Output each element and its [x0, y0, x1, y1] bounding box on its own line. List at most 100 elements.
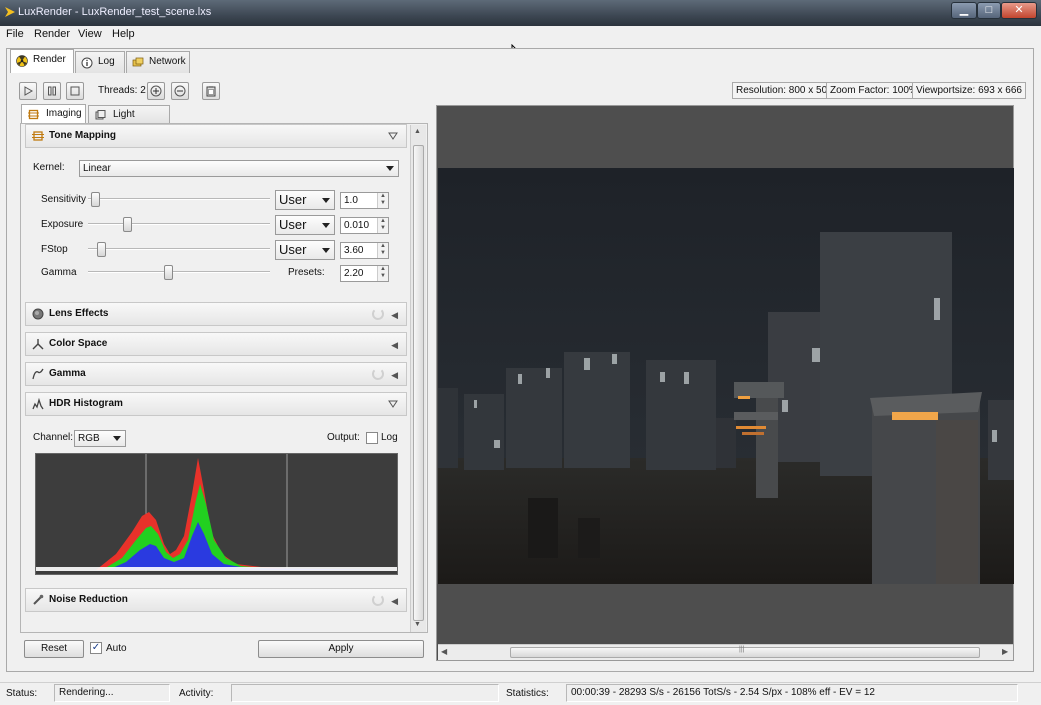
status-label: Status: [6, 688, 38, 699]
spin-arrows-icon[interactable]: ▲ ▼ [377, 193, 388, 208]
pause-icon [48, 86, 56, 96]
exposure-preset-select[interactable]: User [275, 215, 335, 235]
add-thread-button[interactable] [147, 82, 165, 100]
section-noise-reduction-title: Noise Reduction [49, 594, 128, 605]
sensitivity-preset-select[interactable]: User [275, 190, 335, 210]
noise-reduction-icon [33, 594, 44, 605]
reset-button[interactable]: Reset [24, 640, 84, 658]
threads-label: Threads: 2 [98, 85, 146, 96]
fstop-value-input[interactable]: 3.60 ▲ ▼ [340, 242, 389, 259]
sensitivity-value-input[interactable]: 1.0 ▲ ▼ [340, 192, 389, 209]
spin-arrows-icon[interactable]: ▲ ▼ [377, 218, 388, 233]
fstop-preset-select[interactable]: User [275, 240, 335, 260]
tab-network[interactable]: Network [126, 51, 190, 73]
radiation-icon [16, 55, 28, 67]
power-toggle-icon[interactable] [372, 594, 384, 606]
power-toggle-icon[interactable] [372, 368, 384, 380]
tab-log-label: Log [98, 56, 115, 67]
exposure-value-input[interactable]: 0.010 ▲ ▼ [340, 217, 389, 234]
presets-label: Presets: [288, 267, 325, 278]
section-hdr-histogram-title: HDR Histogram [49, 398, 123, 409]
sensitivity-slider[interactable] [91, 192, 101, 207]
fstop-slider[interactable] [96, 242, 106, 257]
minus-icon [174, 85, 186, 97]
channel-select[interactable]: RGB [74, 430, 126, 447]
expand-arrow-icon: ◀ [391, 370, 398, 380]
minimize-button[interactable]: ▁ [951, 2, 977, 19]
scroll-right-icon[interactable]: ▶ [1002, 647, 1008, 656]
checkmark-icon: ✓ [91, 642, 101, 653]
kernel-label: Kernel: [33, 162, 65, 173]
menu-help[interactable]: Help [112, 28, 135, 40]
remove-thread-button[interactable] [171, 82, 189, 100]
collapse-arrow-icon [388, 132, 398, 140]
channel-select-value: RGB [78, 433, 100, 444]
lens-icon [32, 308, 44, 320]
spin-arrows-icon[interactable]: ▲ ▼ [377, 266, 388, 281]
menu-render[interactable]: Render [34, 28, 70, 40]
activity-label: Activity: [179, 688, 214, 699]
fstop-preset-value: User [279, 242, 307, 257]
panel-scrollbar-thumb[interactable] [413, 145, 424, 621]
chevron-down-icon [113, 436, 121, 441]
exposure-label: Exposure [41, 219, 84, 230]
color-space-icon [32, 339, 44, 350]
maximize-button[interactable]: □ [977, 2, 1001, 19]
scroll-down-icon[interactable]: ▼ [414, 621, 421, 628]
tab-render[interactable]: Render [10, 49, 74, 73]
kernel-select[interactable]: Linear [79, 160, 399, 177]
viewport-scrollbar-thumb[interactable]: ||| [510, 646, 980, 658]
play-icon [24, 86, 34, 96]
section-hdr-histogram[interactable]: HDR Histogram [25, 392, 407, 416]
histogram-icon [32, 398, 44, 410]
section-gamma[interactable]: Gamma ◀ [25, 362, 407, 386]
power-toggle-icon[interactable] [372, 308, 384, 320]
scroll-left-icon[interactable]: ◀ [441, 647, 447, 656]
stop-render-button[interactable] [66, 82, 84, 100]
output-label: Output: [327, 432, 360, 443]
close-button[interactable]: ✕ [1001, 2, 1037, 19]
menu-view[interactable]: View [78, 28, 102, 40]
copy-to-clipboard-button[interactable] [202, 82, 220, 100]
tab-network-label: Network [149, 56, 186, 67]
spin-arrows-icon[interactable]: ▲ ▼ [377, 243, 388, 258]
menu-file[interactable]: File [6, 28, 24, 40]
gamma-value-input[interactable]: 2.20 ▲ ▼ [340, 265, 389, 282]
sensitivity-slider-track [88, 198, 270, 200]
sensitivity-label: Sensitivity [41, 194, 87, 205]
chevron-down-icon [322, 248, 330, 253]
gamma-slider[interactable] [164, 265, 174, 280]
section-tone-mapping-title: Tone Mapping [49, 130, 117, 141]
tab-imaging-label: Imaging [46, 108, 82, 119]
apply-button[interactable]: Apply [258, 640, 424, 658]
exposure-preset-value: User [279, 217, 307, 232]
kernel-select-value: Linear [83, 163, 111, 174]
tab-log[interactable]: Log [75, 51, 125, 73]
status-value: Rendering... [54, 684, 170, 702]
section-gamma-title: Gamma [49, 368, 86, 379]
section-lens-effects-title: Lens Effects [49, 308, 109, 319]
exposure-slider[interactable] [122, 217, 132, 232]
light-groups-icon [95, 110, 106, 120]
gamma-value: 2.20 [344, 268, 364, 279]
section-noise-reduction[interactable]: Noise Reduction ◀ [25, 588, 407, 612]
section-color-space[interactable]: Color Space ◀ [25, 332, 407, 356]
fstop-value: 3.60 [344, 245, 364, 256]
plus-icon [150, 85, 162, 97]
panel-scrollbar[interactable]: ▲ ▼ [410, 125, 426, 632]
start-render-button[interactable] [19, 82, 37, 100]
tab-imaging[interactable]: Imaging [21, 104, 86, 124]
section-tone-mapping[interactable]: Tone Mapping [25, 124, 407, 148]
viewport-horizontal-scrollbar[interactable]: ◀ ||| ▶ [438, 644, 1013, 660]
statistics-value: 00:00:39 - 28293 S/s - 26156 TotS/s - 2.… [566, 684, 1018, 702]
section-lens-effects[interactable]: Lens Effects ◀ [25, 302, 407, 326]
sensitivity-value: 1.0 [344, 195, 358, 206]
auto-checkbox[interactable]: ✓ [90, 642, 102, 654]
gamma-slider-track [88, 271, 270, 273]
scroll-up-icon[interactable]: ▲ [414, 128, 421, 135]
pause-render-button[interactable] [43, 82, 61, 100]
log-checkbox[interactable] [366, 432, 378, 444]
render-viewport[interactable]: ◀ ||| ▶ [436, 105, 1014, 661]
tone-mapping-icon [32, 131, 44, 141]
tab-light-groups[interactable]: Light Groups [88, 105, 170, 138]
